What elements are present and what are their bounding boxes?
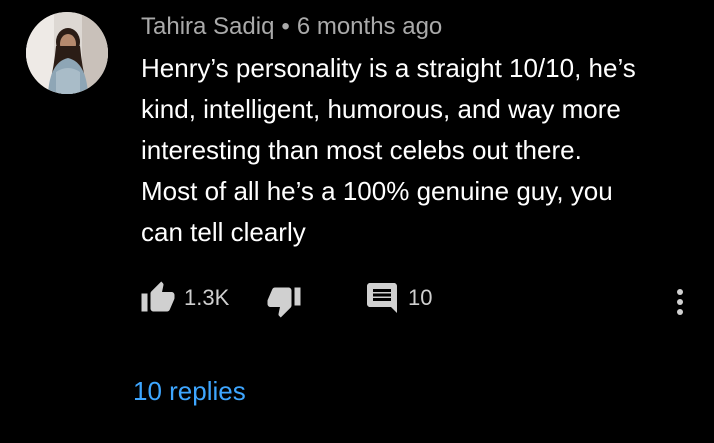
comment-thread: Tahira Sadiq • 6 months ago Henry’s person… xyxy=(0,0,714,443)
dislike-button[interactable] xyxy=(266,283,302,319)
comment-text-line: Henry’s personality is a straight 10/10,… xyxy=(141,53,636,83)
avatar[interactable] xyxy=(26,12,108,94)
more-vertical-icon xyxy=(674,284,686,320)
comment-text-line: kind, intelligent, humorous, and way mor… xyxy=(141,94,621,124)
thumbs-up-icon xyxy=(140,280,176,316)
view-replies-link[interactable]: 10 replies xyxy=(133,374,246,408)
like-count: 1.3K xyxy=(184,285,230,310)
comment-text-line: Most of all he’s a 100% genuine guy, you xyxy=(141,176,613,206)
like-button[interactable]: 1.3K xyxy=(140,280,229,316)
comment-text-line: can tell clearly xyxy=(141,217,306,247)
comment-timestamp[interactable]: 6 months ago xyxy=(297,13,442,40)
meta-separator: • xyxy=(281,13,290,40)
more-options-button[interactable] xyxy=(664,282,696,322)
thumbs-down-icon xyxy=(266,283,302,319)
reply-count: 10 xyxy=(408,285,433,310)
comment-text: Henry’s personality is a straight 10/10,… xyxy=(141,48,696,253)
reply-button[interactable]: 10 xyxy=(364,280,432,316)
avatar-image xyxy=(26,12,108,94)
comment-text-line: interesting than most celebs out there. xyxy=(141,135,582,165)
author-name[interactable]: Tahira Sadiq xyxy=(141,13,274,40)
comment-meta: Tahira Sadiq • 6 months ago xyxy=(141,12,442,42)
comment-icon xyxy=(364,280,400,316)
